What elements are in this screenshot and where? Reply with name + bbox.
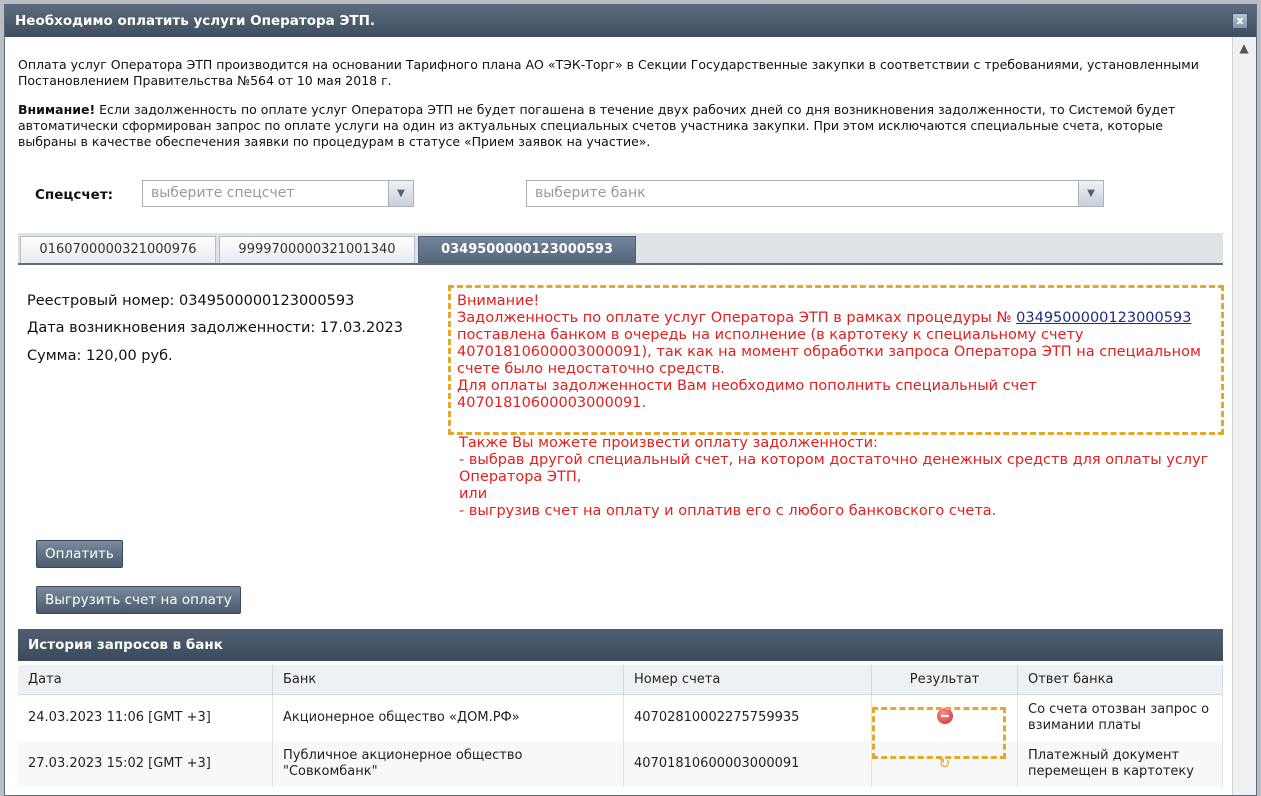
- alert-line3: Для оплаты задолженности Вам необходимо …: [457, 378, 1037, 411]
- alternatives-message: Также Вы можете произвести оплату задолж…: [459, 435, 1224, 520]
- row-bank: Акционерное общество «ДОМ.РФ»: [272, 694, 624, 741]
- table-row[interactable]: 24.03.2023 11:06 [GMT +3] Акционерное об…: [18, 694, 1223, 741]
- tab-account-2[interactable]: 9999700000321001340: [219, 236, 415, 263]
- alert-body: Задолженность по оплате услуг Оператора …: [457, 310, 1217, 378]
- warning-body: Если задолженность по оплате услуг Опера…: [18, 102, 1176, 149]
- bank-placeholder: выберите банк: [535, 185, 646, 201]
- also-line2: - выбрав другой специальный счет, на кот…: [459, 452, 1209, 485]
- alert-title: Внимание!: [457, 293, 540, 309]
- tab-account-3[interactable]: 0349500000123000593: [418, 236, 636, 263]
- row-date: 24.03.2023 11:06 [GMT +3]: [18, 694, 273, 741]
- debt-date: Дата возникновения задолженности: 17.03.…: [27, 320, 403, 336]
- alert-line2: поставлена банком в очередь на исполнени…: [457, 327, 1201, 377]
- col-bank[interactable]: Банк: [272, 665, 624, 695]
- row-account: 40702810002275759935: [623, 694, 872, 741]
- row-answer: Со счета отозван запрос о взимании платы: [1017, 694, 1223, 741]
- chevron-down-icon[interactable]: ▼: [1078, 181, 1103, 206]
- spec-account-select[interactable]: выберите спецсчет ▼: [142, 180, 414, 207]
- dialog-content: Оплата услуг Оператора ЭТП производится …: [5, 37, 1233, 795]
- close-icon[interactable]: x: [1232, 13, 1248, 29]
- procedure-link[interactable]: 0349500000123000593: [1016, 310, 1191, 326]
- result-highlight-frame: [872, 707, 1006, 759]
- dialog-title: Необходимо оплатить услуги Оператора ЭТП…: [15, 13, 376, 29]
- chevron-down-icon[interactable]: ▼: [388, 181, 413, 206]
- alert-message: Внимание! Задолженность по оплате услуг …: [457, 293, 1217, 412]
- col-result[interactable]: Результат: [871, 665, 1018, 695]
- also-line4: - выгрузив счет на оплату и оплатив его …: [459, 503, 997, 519]
- also-line1: Также Вы можете произвести оплату задолж…: [459, 435, 878, 451]
- pay-button[interactable]: Оплатить: [36, 540, 123, 568]
- col-bank-answer[interactable]: Ответ банка: [1017, 665, 1223, 695]
- vertical-scrollbar[interactable]: ▲: [1232, 37, 1256, 795]
- row-account: 40701810600003000091: [623, 741, 872, 787]
- tab-account-1[interactable]: 0160700000321000976: [20, 236, 216, 263]
- dialog-titlebar: Необходимо оплатить услуги Оператора ЭТП…: [5, 5, 1256, 37]
- chevron-up-icon[interactable]: ▲: [1237, 41, 1251, 55]
- table-row[interactable]: 27.03.2023 15:02 [GMT +3] Публичное акци…: [18, 741, 1223, 787]
- col-account[interactable]: Номер счета: [623, 665, 872, 695]
- alert-line1: Задолженность по оплате услуг Оператора …: [457, 310, 1012, 326]
- bank-select[interactable]: выберите банк ▼: [526, 180, 1104, 207]
- intro-text: Оплата услуг Оператора ЭТП производится …: [18, 57, 1199, 88]
- payment-dialog: Необходимо оплатить услуги Оператора ЭТП…: [4, 4, 1257, 796]
- row-date: 27.03.2023 15:02 [GMT +3]: [18, 741, 273, 787]
- warning-prefix: Внимание!: [18, 102, 96, 117]
- history-header-row: Дата Банк Номер счета Результат Ответ ба…: [18, 665, 1223, 695]
- debt-amount: Сумма: 120,00 руб.: [27, 348, 173, 364]
- warning-text: Внимание! Если задолженность по оплате у…: [18, 102, 1223, 150]
- spec-account-placeholder: выберите спецсчет: [151, 185, 295, 201]
- row-answer: Платежный документ перемещен в картотеку: [1017, 741, 1223, 787]
- registry-number: Реестровый номер: 0349500000123000593: [27, 293, 355, 309]
- history-table: Дата Банк Номер счета Результат Ответ ба…: [18, 665, 1223, 787]
- spec-account-label: Спецсчет:: [35, 187, 114, 203]
- row-bank: Публичное акционерное общество "Совкомба…: [272, 741, 624, 787]
- account-tabs: 0160700000321000976 9999700000321001340 …: [18, 233, 1223, 265]
- history-header: История запросов в банк: [18, 629, 1223, 661]
- also-line3: или: [459, 486, 488, 502]
- col-date[interactable]: Дата: [18, 665, 273, 695]
- export-invoice-button[interactable]: Выгрузить счет на оплату: [36, 586, 241, 614]
